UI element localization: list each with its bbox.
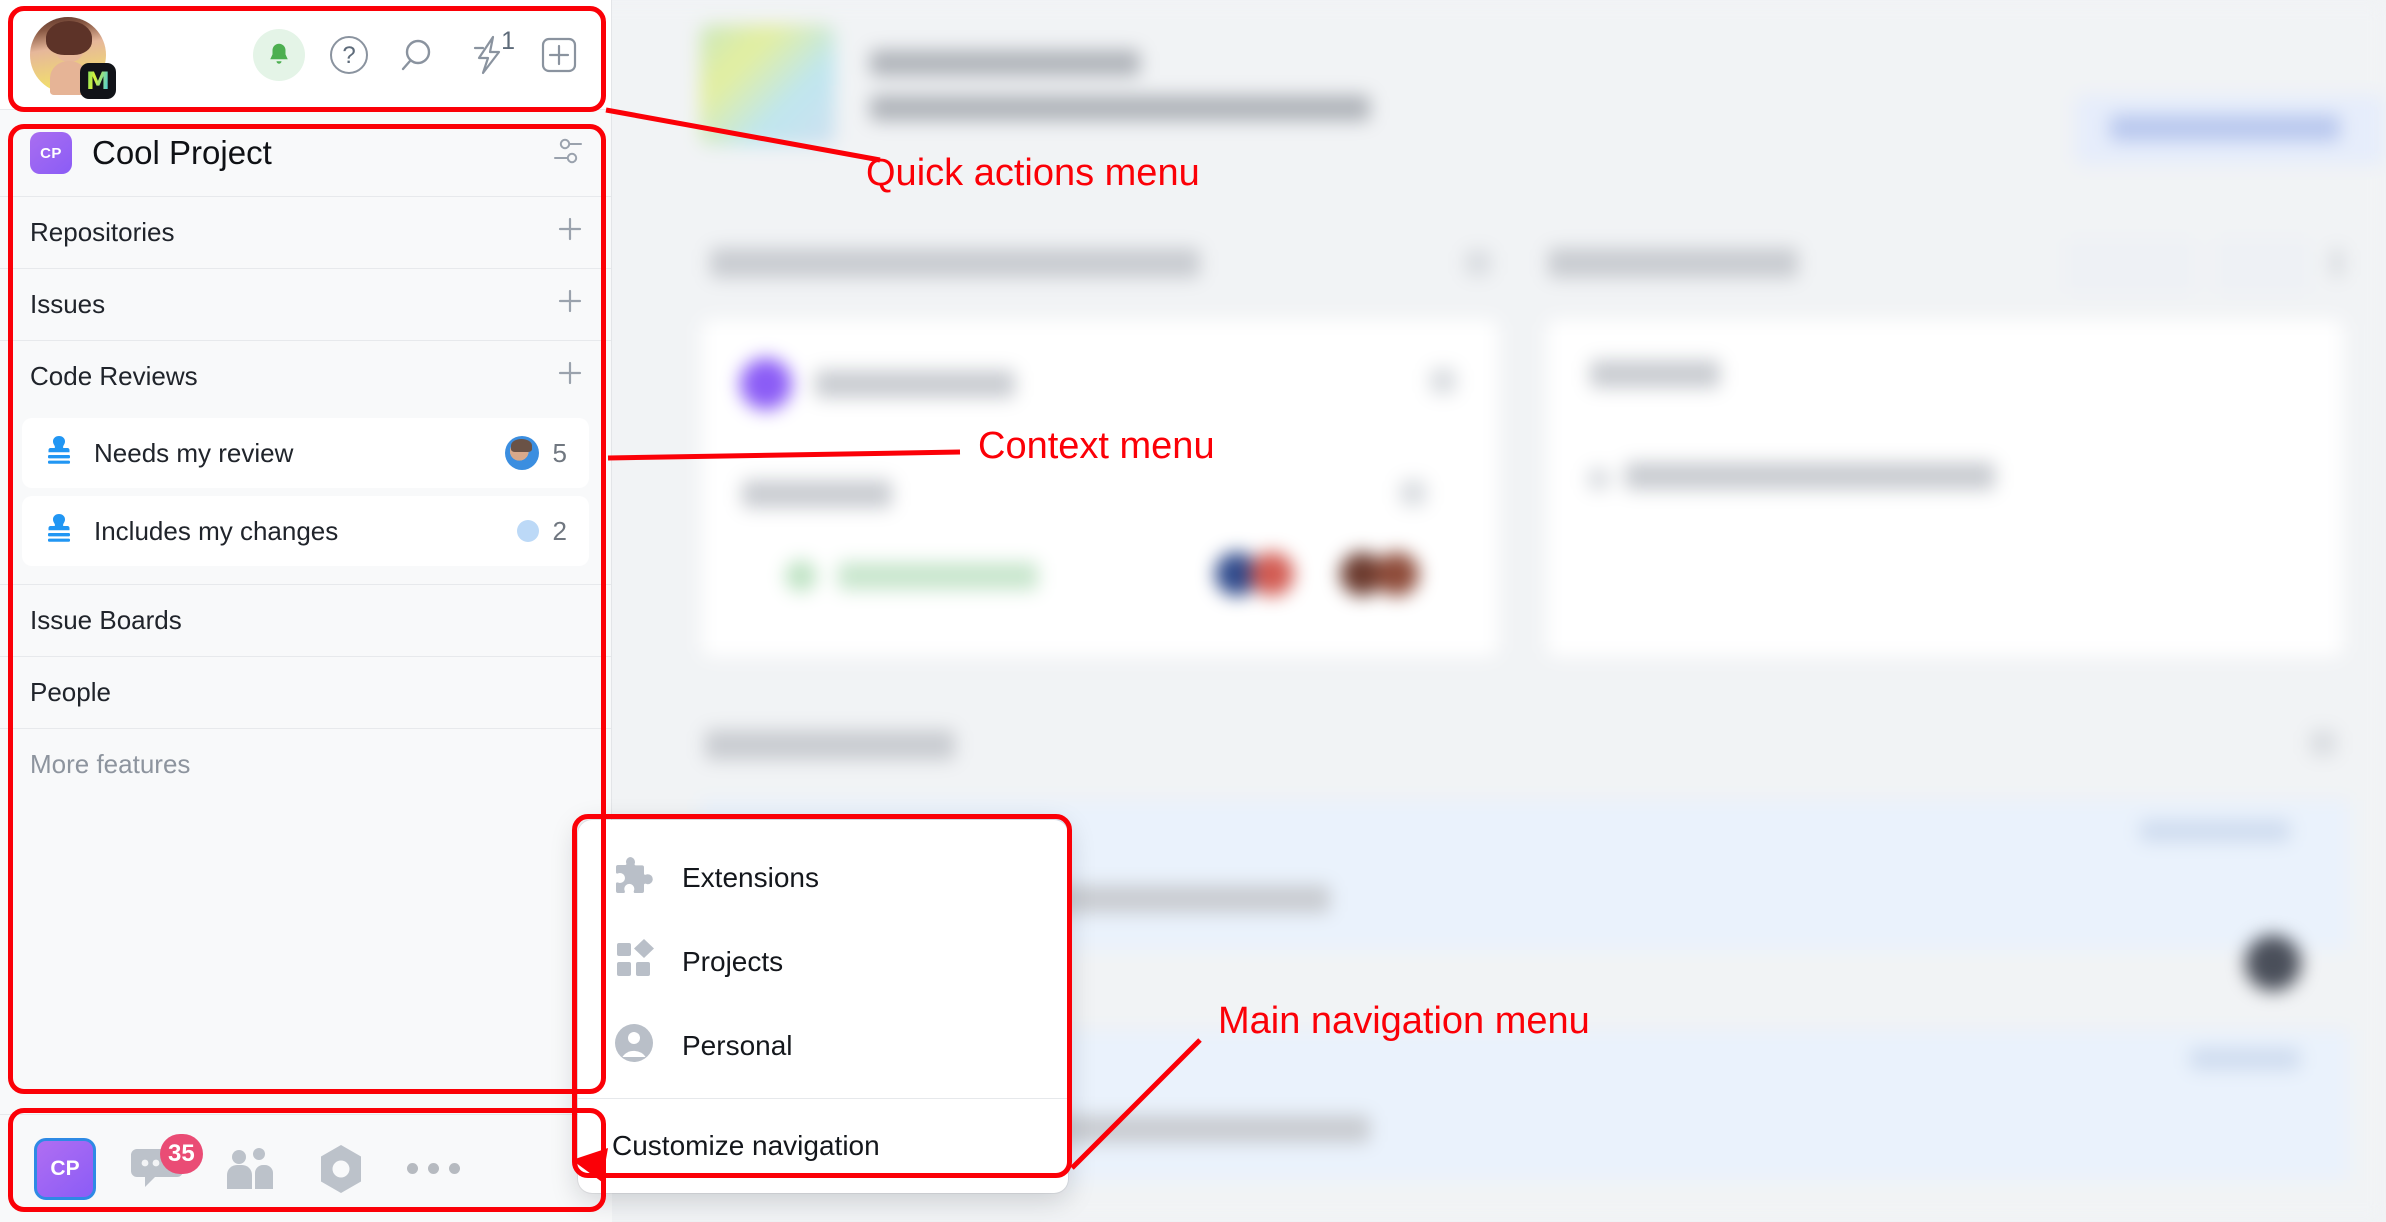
- avatar-badge-letter: M: [86, 66, 110, 95]
- status-dot: [516, 520, 539, 542]
- search-icon[interactable]: [393, 29, 445, 81]
- project-header[interactable]: CP Cool Project: [0, 110, 611, 196]
- add-code-review-icon[interactable]: [555, 358, 585, 395]
- list-item[interactable]: Includes my changes 2: [22, 496, 589, 566]
- main-navigation-popup-menu: Extensions Projects Personal Customize n…: [578, 820, 1068, 1193]
- grid-diamond-icon: [612, 937, 656, 988]
- notifications-bell-icon[interactable]: [253, 28, 305, 81]
- avatar: [504, 436, 539, 470]
- quick-actions-lightning-icon[interactable]: 1: [463, 26, 515, 81]
- dock-project-cp[interactable]: CP: [24, 1132, 106, 1206]
- dock-hub-icon[interactable]: [300, 1132, 382, 1206]
- annotation-label-main-navigation: Main navigation menu: [1218, 1000, 1590, 1042]
- sidebar-item-label: More features: [30, 749, 191, 779]
- person-circle-icon: [612, 1021, 656, 1072]
- stamp-icon: [42, 511, 76, 552]
- main-navigation-dock: CP 35: [0, 1114, 612, 1222]
- annotation-label-quick-actions: Quick actions menu: [866, 152, 1200, 194]
- add-repository-icon[interactable]: [555, 214, 585, 251]
- count-badge: 5: [552, 437, 567, 468]
- list-item-label: Includes my changes: [94, 515, 339, 546]
- sidebar-item-more-features[interactable]: More features: [0, 728, 611, 800]
- chat-unread-badge: 35: [160, 1133, 203, 1174]
- puzzle-icon: [612, 853, 656, 904]
- menu-item-label: Projects: [682, 946, 784, 977]
- code-reviews-list: Needs my review 5 Includes my changes 2: [0, 412, 611, 584]
- avatar-app-badge: M: [80, 62, 116, 99]
- help-icon[interactable]: ?: [323, 29, 375, 81]
- menu-item-label: Personal: [682, 1030, 793, 1061]
- lightning-superscript-count: 1: [501, 26, 515, 55]
- dock-project-initials: CP: [34, 1137, 96, 1200]
- sidebar-item-code-reviews[interactable]: Code Reviews: [0, 340, 611, 412]
- sidebar-item-repositories[interactable]: Repositories: [0, 196, 611, 268]
- user-avatar[interactable]: M: [30, 16, 116, 99]
- menu-item-projects[interactable]: Projects: [578, 920, 1068, 1004]
- menu-item-label: Customize navigation: [612, 1130, 880, 1161]
- sidebar-item-label: Issues: [30, 289, 106, 319]
- sidebar-item-label: Code Reviews: [30, 361, 198, 391]
- project-logo: CP: [30, 132, 72, 174]
- page-title: Cool Project: [92, 134, 272, 171]
- add-new-icon[interactable]: [533, 29, 585, 81]
- svg-text:?: ?: [342, 42, 355, 69]
- menu-item-personal[interactable]: Personal: [578, 1004, 1068, 1088]
- sidebar-item-label: Issue Boards: [30, 605, 182, 635]
- menu-item-label: Extensions: [682, 862, 819, 893]
- left-sidebar: M ? 1 CP Cool Project Repositories Issue…: [0, 0, 612, 1222]
- add-issue-icon[interactable]: [555, 286, 585, 323]
- count-badge: 2: [552, 515, 567, 546]
- list-item[interactable]: Needs my review 5: [22, 418, 589, 488]
- annotation-label-context-menu: Context menu: [978, 425, 1215, 467]
- sidebar-item-issue-boards[interactable]: Issue Boards: [0, 584, 611, 656]
- menu-item-customize-navigation[interactable]: Customize navigation: [578, 1099, 1068, 1193]
- dock-meetings-icon[interactable]: [208, 1132, 290, 1206]
- sidebar-item-label: Repositories: [30, 217, 175, 247]
- sliders-icon[interactable]: [551, 134, 585, 173]
- quick-actions-toolbar: M ? 1: [0, 0, 611, 110]
- sidebar-item-issues[interactable]: Issues: [0, 268, 611, 340]
- dock-chat-icon[interactable]: 35: [116, 1132, 203, 1206]
- sidebar-item-people[interactable]: People: [0, 656, 611, 728]
- list-item-label: Needs my review: [94, 437, 294, 468]
- stamp-icon: [42, 433, 76, 474]
- menu-item-extensions[interactable]: Extensions: [578, 836, 1068, 920]
- dock-more-icon[interactable]: [392, 1132, 474, 1206]
- sidebar-item-label: People: [30, 677, 111, 707]
